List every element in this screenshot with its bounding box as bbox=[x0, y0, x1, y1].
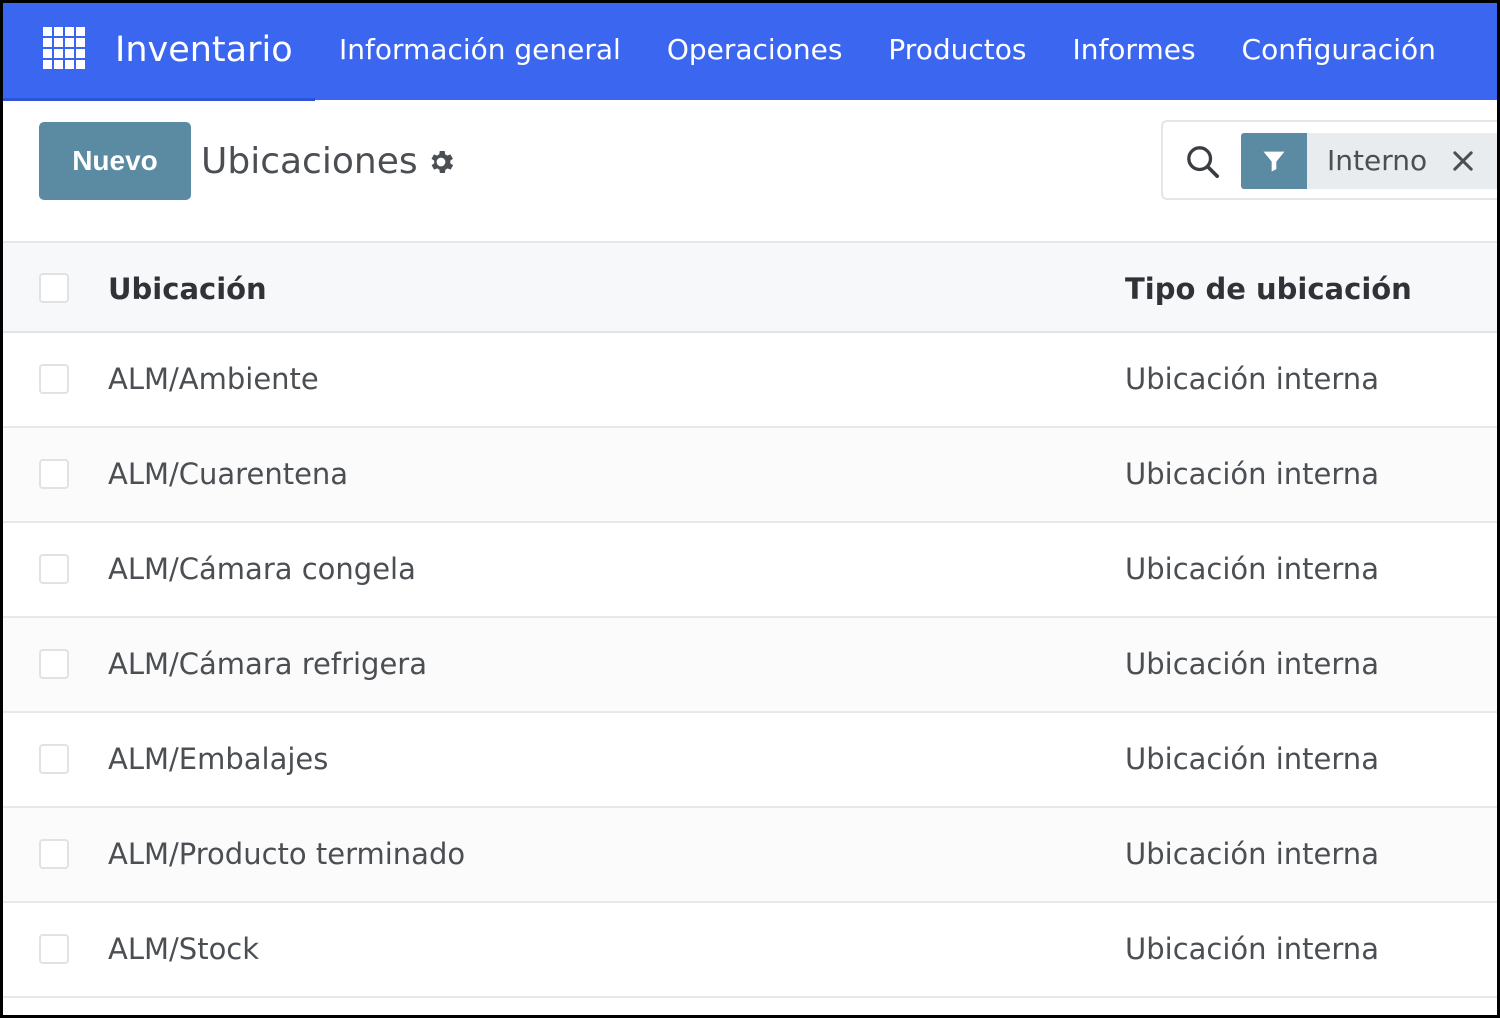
app-title[interactable]: Inventario bbox=[115, 25, 293, 75]
gear-icon[interactable] bbox=[426, 147, 456, 177]
cell-location-type: Ubicación interna bbox=[1125, 837, 1379, 871]
nav-item-informes[interactable]: Informes bbox=[1072, 25, 1195, 75]
cell-location-type: Ubicación interna bbox=[1125, 552, 1379, 586]
cell-location-name: ALM/Ambiente bbox=[108, 362, 319, 396]
cell-location-name: ALM/Cuarentena bbox=[108, 457, 349, 491]
column-header-tipo-ubicacion[interactable]: Tipo de ubicación bbox=[1125, 243, 1412, 335]
facet-label: Interno bbox=[1327, 144, 1428, 177]
page-title: Ubicaciones bbox=[201, 141, 418, 182]
nav-item-productos[interactable]: Productos bbox=[888, 25, 1026, 75]
table-header: Ubicación Tipo de ubicación bbox=[3, 241, 1497, 333]
table-row[interactable]: ALM/Cuarentena Ubicación interna bbox=[3, 428, 1497, 523]
row-checkbox[interactable] bbox=[39, 364, 69, 394]
filter-icon bbox=[1263, 151, 1285, 172]
row-checkbox[interactable] bbox=[39, 934, 69, 964]
search-facet[interactable]: Interno bbox=[1241, 133, 1497, 189]
cell-location-type: Ubicación interna bbox=[1125, 457, 1379, 491]
nav-item-operaciones[interactable]: Operaciones bbox=[667, 25, 843, 75]
nav-item-informacion-general[interactable]: Información general bbox=[339, 25, 621, 75]
cell-location-type: Ubicación interna bbox=[1125, 742, 1379, 776]
cell-location-name: ALM/Cámara refrigera bbox=[108, 647, 427, 681]
table-row[interactable]: ALM/Cámara congela Ubicación interna bbox=[3, 523, 1497, 618]
cell-location-type: Ubicación interna bbox=[1125, 362, 1379, 396]
breadcrumb: Ubicaciones bbox=[201, 137, 456, 187]
app-window: Inventario Información general Operacion… bbox=[3, 3, 1497, 1015]
row-checkbox[interactable] bbox=[39, 459, 69, 489]
locations-table: Ubicación Tipo de ubicación ALM/Ambiente… bbox=[3, 241, 1497, 998]
table-row[interactable]: ALM/Producto terminado Ubicación interna bbox=[3, 808, 1497, 903]
row-checkbox[interactable] bbox=[39, 554, 69, 584]
cell-location-name: ALM/Stock bbox=[108, 932, 260, 966]
navbar-active-indicator bbox=[3, 98, 315, 101]
new-button[interactable]: Nuevo bbox=[39, 122, 191, 200]
table-row[interactable]: ALM/Ambiente Ubicación interna bbox=[3, 333, 1497, 428]
cell-location-name: ALM/Producto terminado bbox=[108, 837, 466, 871]
search-bar: Interno bbox=[1161, 120, 1497, 200]
row-checkbox[interactable] bbox=[39, 744, 69, 774]
close-icon[interactable] bbox=[1449, 147, 1477, 175]
row-checkbox[interactable] bbox=[39, 839, 69, 869]
nav-menu: Información general Operaciones Producto… bbox=[339, 25, 1482, 75]
table-row[interactable]: ALM/Stock Ubicación interna bbox=[3, 903, 1497, 998]
top-navbar: Inventario Información general Operacion… bbox=[3, 3, 1497, 101]
apps-grid-icon[interactable] bbox=[43, 27, 85, 69]
select-all-checkbox[interactable] bbox=[39, 273, 69, 303]
column-header-ubicacion[interactable]: Ubicación bbox=[108, 243, 267, 335]
cell-location-name: ALM/Cámara congela bbox=[108, 552, 416, 586]
table-row[interactable]: ALM/Embalajes Ubicación interna bbox=[3, 713, 1497, 808]
filter-facet-badge bbox=[1241, 133, 1307, 189]
cell-location-name: ALM/Embalajes bbox=[108, 742, 329, 776]
table-row[interactable]: ALM/Cámara refrigera Ubicación interna bbox=[3, 618, 1497, 713]
search-icon[interactable] bbox=[1183, 142, 1223, 182]
row-checkbox[interactable] bbox=[39, 649, 69, 679]
cell-location-type: Ubicación interna bbox=[1125, 647, 1379, 681]
nav-item-configuracion[interactable]: Configuración bbox=[1242, 25, 1436, 75]
cell-location-type: Ubicación interna bbox=[1125, 932, 1379, 966]
